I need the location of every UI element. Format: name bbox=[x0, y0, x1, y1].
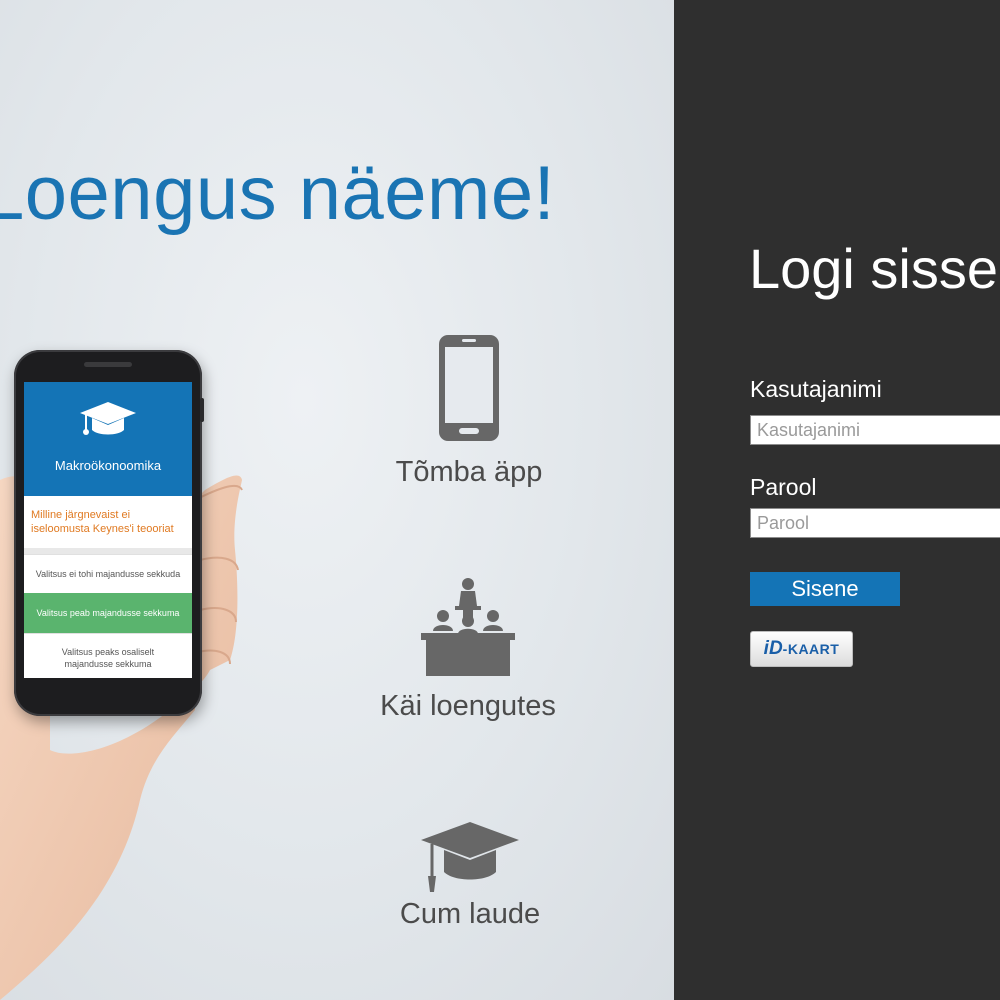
username-input[interactable] bbox=[750, 415, 1000, 445]
phone-screen: Makroökonoomika Milline järgnevaist ei i… bbox=[24, 382, 192, 678]
feature-label: Cum laude bbox=[399, 898, 541, 930]
feature-lectures: Käi loengutes bbox=[358, 576, 578, 723]
smartphone-icon bbox=[439, 335, 499, 441]
lecture-icon bbox=[421, 578, 515, 676]
phone-mockup: Makroökonoomika Milline järgnevaist ei i… bbox=[14, 350, 204, 716]
course-header: Makroökonoomika bbox=[24, 382, 192, 496]
login-button[interactable]: Sisene bbox=[750, 572, 900, 606]
feature-cum-laude: Cum laude bbox=[360, 820, 580, 931]
username-label: Kasutajanimi bbox=[750, 376, 882, 402]
hero-section: Loengus näeme! Makroökonoomika Milline j… bbox=[0, 0, 674, 1000]
course-name: Makroökonoomika bbox=[54, 458, 162, 473]
id-card-logo: iD bbox=[763, 638, 783, 659]
password-input[interactable] bbox=[750, 508, 1000, 538]
quiz-option-text: Valitsus peaks osaliselt majandusse sekk… bbox=[61, 647, 155, 669]
quiz-option-selected: Valitsus peab majandusse sekkuma bbox=[24, 593, 192, 633]
id-card-label: -KAART bbox=[782, 641, 840, 657]
phone-speaker bbox=[84, 362, 132, 367]
quiz-option: Valitsus ei tohi majandusse sekkuda bbox=[24, 554, 192, 593]
password-label: Parool bbox=[750, 474, 817, 500]
quiz-option: Valitsus peaks osaliselt majandusse sekk… bbox=[24, 633, 192, 678]
graduation-cap-icon bbox=[80, 402, 136, 435]
feature-app: Tõmba äpp bbox=[359, 334, 579, 489]
phone-side-button bbox=[200, 398, 204, 422]
graduation-cap-icon bbox=[421, 822, 519, 892]
login-panel: Logi sisse Kasutajanimi Parool Sisene iD… bbox=[674, 0, 1000, 1000]
feature-label: Käi loengutes bbox=[380, 690, 556, 722]
quiz-question: Milline järgnevaist ei iseloomusta Keyne… bbox=[24, 496, 192, 548]
id-card-login-button[interactable]: iD -KAART bbox=[750, 631, 853, 667]
login-title: Logi sisse bbox=[749, 237, 999, 300]
hero-title: Loengus näeme! bbox=[0, 151, 556, 236]
feature-label: Tõmba äpp bbox=[395, 456, 543, 488]
